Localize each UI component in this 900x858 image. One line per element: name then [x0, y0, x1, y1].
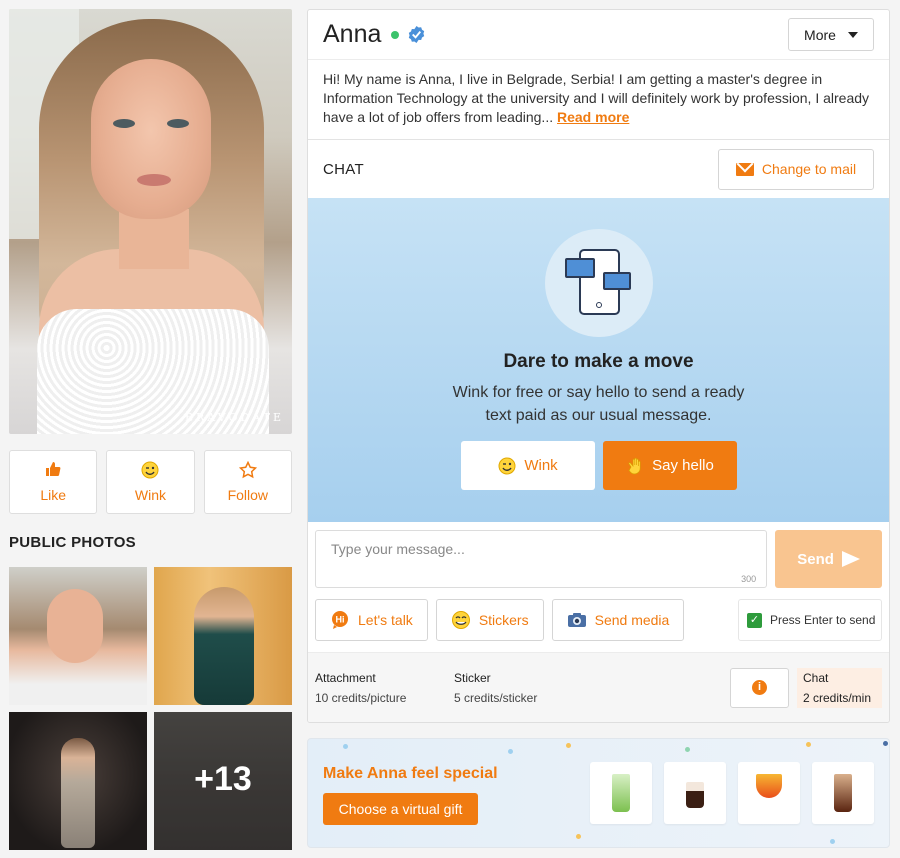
- wink-smiley-icon: [498, 457, 516, 474]
- wink-chat-button[interactable]: Wink: [461, 441, 595, 490]
- profile-bio: Hi! My name is Anna, I live in Belgrade,…: [308, 60, 889, 140]
- read-more-link[interactable]: Read more: [557, 109, 629, 125]
- send-arrow-icon: [841, 551, 860, 567]
- coffee-icon: [686, 782, 704, 808]
- char-limit-counter: 300: [741, 574, 757, 584]
- star-icon: [238, 460, 257, 481]
- mojito-gift[interactable]: [590, 762, 652, 824]
- public-photos-grid: +13: [9, 567, 292, 850]
- more-dropdown-button[interactable]: More: [788, 18, 874, 51]
- svg-text:Hi: Hi: [336, 615, 345, 625]
- cola-icon: [834, 774, 852, 812]
- attachment-cost: Attachment 10 credits/picture: [315, 668, 454, 708]
- change-to-mail-label: Change to mail: [761, 161, 857, 177]
- chat-cost-label: Chat: [803, 670, 829, 685]
- wink-smiley-icon: [141, 461, 159, 481]
- public-photos-title: PUBLIC PHOTOS: [9, 534, 136, 551]
- send-label: Send: [797, 550, 834, 568]
- thumbs-up-icon: [45, 461, 61, 481]
- follow-label: Follow: [227, 487, 269, 503]
- say-hello-button[interactable]: Say hello: [603, 441, 737, 490]
- profile-actions: Like Wink Follow: [9, 450, 292, 514]
- send-media-label: Send media: [594, 612, 670, 628]
- press-enter-label: Press Enter to send: [770, 613, 876, 627]
- mojito-icon: [612, 774, 630, 812]
- gift-banner-title: Make Anna feel special: [323, 765, 498, 782]
- profile-name: Anna: [323, 20, 382, 48]
- waving-hand-icon: [628, 457, 641, 474]
- chat-tools: Hi Let's talk Stickers Send media ✓ Pres…: [308, 588, 889, 641]
- stickers-label: Stickers: [478, 612, 529, 628]
- cocktail-icon: [756, 774, 782, 798]
- envelope-icon: [735, 162, 754, 176]
- photo-thumbnail[interactable]: [154, 567, 292, 705]
- gift-list: [590, 762, 874, 824]
- photo-thumbnail[interactable]: [9, 567, 147, 705]
- sticker-cost: Sticker 5 credits/sticker: [454, 668, 593, 708]
- chat-empty-state: Dare to make a move Wink for free or say…: [308, 198, 889, 522]
- more-label: More: [804, 26, 836, 43]
- sticker-value: 5 credits/sticker: [454, 690, 538, 705]
- more-photos-count: +13: [194, 760, 252, 798]
- pricing-info-button[interactable]: i: [730, 667, 789, 708]
- lets-talk-button[interactable]: Hi Let's talk: [315, 599, 428, 641]
- stickers-button[interactable]: Stickers: [435, 599, 544, 641]
- wink-button[interactable]: Wink: [106, 450, 195, 514]
- profile-header: Anna More: [308, 10, 889, 60]
- empty-state-title: Dare to make a move: [503, 351, 694, 372]
- chat-cost-value: 2 credits/min: [803, 690, 872, 705]
- chat-title: CHAT: [323, 160, 364, 178]
- hi-bubble-icon: Hi: [332, 611, 348, 629]
- lets-talk-label: Let's talk: [358, 612, 413, 628]
- send-button[interactable]: Send: [775, 530, 882, 588]
- watermark: BRAVODATE: [184, 411, 284, 424]
- info-icon: i: [752, 680, 767, 695]
- cocktail-gift[interactable]: [738, 762, 800, 824]
- like-label: Like: [40, 487, 66, 503]
- press-enter-toggle: ✓ Press Enter to send: [738, 599, 882, 641]
- sticker-label: Sticker: [454, 670, 491, 685]
- online-status-dot: [391, 30, 400, 39]
- chat-panel: Anna More Hi! My name is Anna, I live in…: [307, 9, 890, 723]
- photo-thumbnail[interactable]: [9, 712, 147, 850]
- chat-cost: Chat 2 credits/min: [797, 667, 882, 708]
- virtual-gift-banner: Make Anna feel special Choose a virtual …: [307, 738, 890, 848]
- camera-icon: [567, 613, 586, 627]
- profile-main-photo[interactable]: BRAVODATE: [9, 9, 292, 434]
- credits-info: Attachment 10 credits/picture Sticker 5 …: [308, 652, 889, 722]
- like-button[interactable]: Like: [9, 450, 98, 514]
- chat-header: CHAT Change to mail: [308, 140, 889, 198]
- send-media-button[interactable]: Send media: [551, 599, 685, 641]
- profile-sidebar: BRAVODATE Like Wink Follow PUBLIC PHOTOS: [9, 9, 292, 850]
- message-input[interactable]: Type your message... 300: [315, 530, 768, 588]
- wink-chat-label: Wink: [524, 457, 558, 474]
- choose-gift-button[interactable]: Choose a virtual gift: [323, 793, 478, 825]
- icebreaker-buttons: Wink Say hello: [461, 441, 737, 490]
- attachment-value: 10 credits/picture: [315, 690, 407, 705]
- say-hello-label: Say hello: [652, 457, 714, 474]
- change-to-mail-button[interactable]: Change to mail: [718, 148, 874, 190]
- cola-gift[interactable]: [812, 762, 874, 824]
- message-composer: Type your message... 300 Send: [308, 522, 889, 588]
- follow-button[interactable]: Follow: [203, 450, 292, 514]
- caret-down-icon: [847, 31, 858, 38]
- message-placeholder: Type your message...: [331, 541, 465, 557]
- press-enter-checkbox[interactable]: ✓: [747, 612, 762, 628]
- coffee-gift[interactable]: [664, 762, 726, 824]
- more-photos-thumbnail[interactable]: +13: [154, 712, 292, 850]
- wink-label: Wink: [134, 487, 167, 503]
- emoji-icon: [451, 611, 470, 629]
- attachment-label: Attachment: [315, 670, 376, 685]
- empty-state-text: Wink for free or say hello to send a rea…: [452, 384, 745, 424]
- verified-badge-icon: [409, 25, 425, 44]
